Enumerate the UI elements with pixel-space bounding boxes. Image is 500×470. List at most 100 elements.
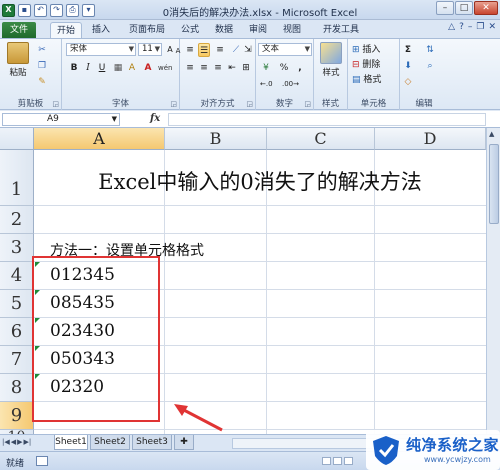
insert-cells-button[interactable]: ⊞ 插入 — [352, 43, 380, 57]
scroll-up-icon[interactable]: ▲ — [489, 130, 494, 138]
align-middle-icon[interactable]: ☰ — [198, 43, 210, 57]
clipboard-launcher-icon[interactable]: ◲ — [52, 100, 59, 108]
workbook-close-icon[interactable]: ✕ — [488, 22, 496, 32]
styles-button[interactable]: 样式 — [317, 42, 345, 78]
phonetic-button[interactable]: wén — [158, 61, 172, 75]
select-all-corner[interactable] — [0, 128, 34, 150]
format-cells-button[interactable]: ▤ 格式 — [352, 73, 381, 87]
row-header-6[interactable]: 6 — [0, 318, 34, 346]
page-layout-view-icon[interactable] — [333, 457, 342, 465]
decrease-decimal-icon[interactable]: .00→ — [282, 77, 299, 91]
fill-icon[interactable]: ⬇ — [402, 59, 414, 73]
macro-record-icon[interactable] — [36, 456, 48, 466]
tab-view[interactable]: 视图 — [280, 22, 304, 38]
watermark-url: www.ycwjzy.com — [424, 455, 491, 464]
paste-button[interactable]: 粘贴 — [4, 42, 32, 78]
undo-icon[interactable]: ↶ — [34, 3, 47, 17]
vertical-scrollbar[interactable]: ▲ — [486, 128, 500, 434]
first-sheet-icon[interactable]: |◀ — [2, 438, 10, 446]
align-bottom-icon[interactable]: ≡ — [214, 43, 226, 57]
sheet-tab-sheet2[interactable]: Sheet2 — [90, 435, 130, 450]
new-sheet-icon[interactable]: ✚ — [174, 435, 194, 450]
find-select-icon[interactable]: ⌕ — [424, 59, 436, 73]
redo-icon[interactable]: ↷ — [50, 3, 63, 17]
name-box[interactable]: A9 ▼ — [2, 113, 120, 126]
tab-home[interactable]: 开始 — [50, 22, 82, 38]
wrap-text-icon[interactable]: ⇲ — [242, 43, 254, 57]
row-header-8[interactable]: 8 — [0, 374, 34, 402]
help-icon[interactable]: ? — [459, 22, 464, 32]
tab-insert[interactable]: 插入 — [88, 22, 114, 38]
customize-icon[interactable]: ▾ — [82, 3, 95, 17]
row-header-1[interactable]: 1 — [0, 150, 34, 206]
alignment-launcher-icon[interactable]: ◲ — [246, 100, 253, 108]
bold-button[interactable]: B — [68, 61, 80, 75]
tab-file[interactable]: 文件 — [2, 22, 36, 38]
fill-color-button[interactable]: A — [126, 61, 138, 75]
currency-icon[interactable]: ¥ — [260, 61, 272, 75]
row-header-9[interactable]: 9 — [0, 402, 34, 430]
comma-button[interactable]: , — [294, 61, 306, 75]
excel-logo-icon[interactable]: X — [2, 3, 15, 17]
next-sheet-icon[interactable]: ▶ — [17, 438, 22, 446]
tab-data[interactable]: 数据 — [212, 22, 236, 38]
print-preview-icon[interactable]: ⎙ — [66, 3, 79, 17]
workbook-restore-icon[interactable]: ❐ — [476, 22, 484, 32]
format-painter-icon[interactable]: ✎ — [36, 75, 48, 89]
normal-view-icon[interactable] — [322, 457, 331, 465]
row-header-7[interactable]: 7 — [0, 346, 34, 374]
border-icon[interactable]: ▦ — [112, 61, 124, 75]
font-launcher-icon[interactable]: ◲ — [170, 100, 177, 108]
italic-button[interactable]: I — [82, 61, 94, 75]
prev-sheet-icon[interactable]: ◀ — [11, 438, 16, 446]
last-sheet-icon[interactable]: ▶| — [24, 438, 32, 446]
ribbon-minimize-icon[interactable]: △ — [448, 22, 455, 32]
group-alignment: ≡ ☰ ≡ ⟋ ⇲ ≡ ≡ ≡ ⇤ ⊞ 对齐方式 ◲ — [180, 39, 256, 110]
align-top-icon[interactable]: ≡ — [184, 43, 196, 57]
save-icon[interactable]: ▪ — [18, 3, 31, 17]
sort-filter-icon[interactable]: ⇅ — [424, 43, 436, 57]
column-header-c[interactable]: C — [267, 128, 375, 150]
row-header-5[interactable]: 5 — [0, 290, 34, 318]
column-header-b[interactable]: B — [165, 128, 267, 150]
formula-input[interactable] — [168, 113, 486, 126]
maximize-icon[interactable]: □ — [455, 1, 473, 15]
percent-button[interactable]: % — [278, 61, 290, 75]
font-color-button[interactable]: A — [142, 61, 154, 75]
font-size-combo[interactable]: 11 ▼ — [138, 43, 162, 56]
number-launcher-icon[interactable]: ◲ — [304, 100, 311, 108]
clear-icon[interactable]: ◇ — [402, 75, 414, 89]
row-header-3[interactable]: 3 — [0, 234, 34, 262]
increase-decimal-icon[interactable]: ←.0 — [260, 77, 273, 91]
tab-page-layout[interactable]: 页面布局 — [124, 22, 170, 38]
merge-center-icon[interactable]: ⊞ — [240, 61, 252, 75]
sheet-tab-sheet3[interactable]: Sheet3 — [132, 435, 172, 450]
decrease-indent-icon[interactable]: ⇤ — [226, 61, 238, 75]
align-center-icon[interactable]: ≡ — [198, 61, 210, 75]
scrollbar-thumb[interactable] — [489, 144, 499, 224]
row-header-2[interactable]: 2 — [0, 206, 34, 234]
column-header-d[interactable]: D — [375, 128, 486, 150]
insert-function-button[interactable]: fx — [150, 113, 160, 124]
row-header-4[interactable]: 4 — [0, 262, 34, 290]
page-break-view-icon[interactable] — [344, 457, 353, 465]
orientation-icon[interactable]: ⟋ — [230, 43, 242, 57]
tab-formulas[interactable]: 公式 — [178, 22, 202, 38]
tab-developer[interactable]: 开发工具 — [318, 22, 364, 38]
ribbon-right-controls: △ ? – ❐ ✕ — [448, 22, 496, 32]
font-name-combo[interactable]: 宋体 ▼ — [66, 43, 136, 56]
align-left-icon[interactable]: ≡ — [184, 61, 196, 75]
delete-cells-button[interactable]: ⊟ 删除 — [352, 58, 380, 72]
cut-icon[interactable]: ✂ — [36, 43, 48, 57]
copy-icon[interactable]: ❐ — [36, 59, 48, 73]
autosum-button[interactable]: Σ — [402, 43, 414, 57]
align-right-icon[interactable]: ≡ — [212, 61, 224, 75]
number-format-combo[interactable]: 文本 ▼ — [258, 43, 312, 56]
tab-review[interactable]: 审阅 — [246, 22, 270, 38]
sheet-tab-sheet1[interactable]: Sheet1 — [54, 435, 88, 450]
close-icon[interactable]: ✕ — [474, 1, 498, 15]
underline-button[interactable]: U — [96, 61, 108, 75]
column-header-a[interactable]: A — [34, 128, 165, 150]
minimize-icon[interactable]: – — [436, 1, 454, 15]
workbook-minimize-icon[interactable]: – — [468, 22, 473, 32]
